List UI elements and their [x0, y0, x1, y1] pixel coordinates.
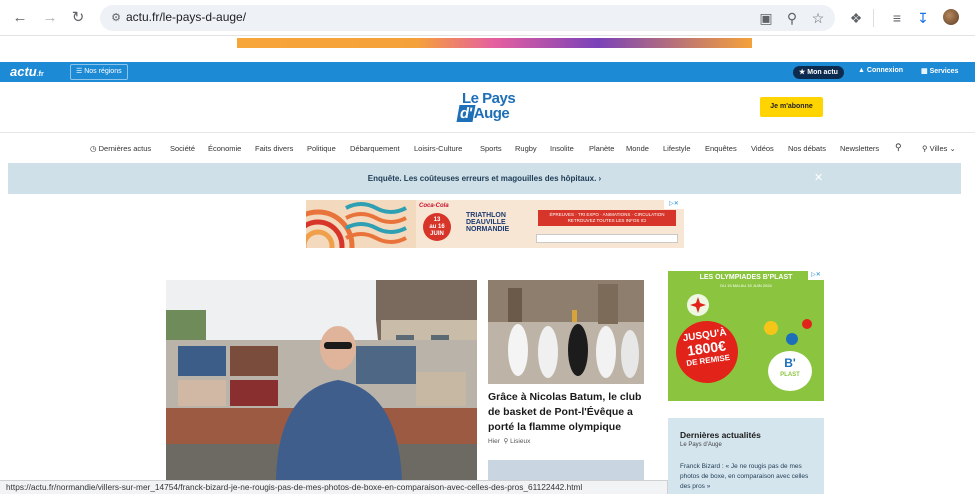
article-photo: [488, 280, 644, 384]
nav-item-loisirs-culture[interactable]: Loisirs-Culture: [414, 144, 462, 153]
nav-item-enquetes[interactable]: Enquêtes: [705, 144, 737, 153]
nav-item-lifestyle[interactable]: Lifestyle: [663, 144, 691, 153]
connexion-link[interactable]: ▲ Connexion: [858, 67, 903, 74]
nav-item-societe[interactable]: Société: [170, 144, 195, 153]
toolbar-divider: [873, 9, 874, 27]
ad-choices-icon[interactable]: ▷✕: [808, 271, 824, 280]
nav-item-sports[interactable]: Sports: [480, 144, 502, 153]
location-pin-icon: ⚲: [503, 438, 509, 445]
discount-badge: JUSQU'À 1800€ DE REMISE: [671, 316, 743, 388]
ball-icon: [786, 333, 798, 345]
subscribe-button[interactable]: Je m'abonne: [760, 97, 823, 117]
services-link[interactable]: ▦ Services: [921, 67, 958, 75]
ad-date-badge: 13 au 16 JUIN: [423, 213, 451, 241]
nav-item-politique[interactable]: Politique: [307, 144, 336, 153]
breaking-banner[interactable]: Enquête. Les coûteuses erreurs et magoui…: [8, 163, 961, 194]
villes-dropdown[interactable]: ⚲ Villes ⌄: [922, 144, 956, 153]
menu-icon: ☰: [76, 68, 83, 75]
ad-brand: Coca-Cola: [419, 203, 449, 209]
status-url-bar: https://actu.fr/normandie/villers-sur-me…: [0, 480, 668, 494]
nav-item-faits-divers[interactable]: Faits divers: [255, 144, 293, 153]
ad-sponsor-strip: [536, 234, 678, 243]
plast-ad[interactable]: LES OLYMPIADES B'PLAST DU 15 MAI AU 15 J…: [668, 271, 824, 401]
arrow-left-icon[interactable]: ←: [10, 8, 30, 28]
chevron-down-icon: ⌄: [949, 144, 956, 153]
url-text[interactable]: actu.fr/le-pays-d-auge/: [126, 10, 246, 24]
latest-news-title: Dernières actualités: [680, 430, 761, 440]
latest-news-item[interactable]: Franck Bizard : « Je ne rougis pas de me…: [680, 462, 818, 492]
top-ad-banner[interactable]: [237, 38, 752, 48]
olympic-torch-icon: [687, 294, 709, 316]
site-logo[interactable]: Le Pays d'Auge: [454, 90, 534, 124]
star-icon[interactable]: ☆: [809, 9, 827, 27]
main-nav: ◷ Dernières actus Société Économie Faits…: [0, 132, 975, 162]
nav-item-nos-debats[interactable]: Nos débats: [788, 144, 826, 153]
hero-photo: [166, 280, 477, 480]
zoom-icon[interactable]: ⚲: [783, 9, 801, 27]
actu-topbar: actu.fr ☰ Nos régions ★ Mon actu ▲ Conne…: [0, 62, 975, 82]
nav-item-dernieres-actus[interactable]: ◷ Dernières actus: [90, 144, 151, 153]
latest-news-subtitle: Le Pays d'Auge: [680, 442, 722, 448]
nav-item-rugby[interactable]: Rugby: [515, 144, 537, 153]
address-bar[interactable]: ⚙ actu.fr/le-pays-d-auge/: [100, 5, 835, 31]
nav-item-newsletters[interactable]: Newsletters: [840, 144, 879, 153]
ad-title: TRIATHLON DEAUVILLE NORMANDIE: [466, 212, 510, 233]
triathlon-ad[interactable]: Coca-Cola 13 au 16 JUIN TRIATHLON DEAUVILL…: [306, 200, 684, 248]
article-image[interactable]: [488, 460, 644, 480]
cast-icon[interactable]: ▣: [757, 9, 775, 27]
regions-button[interactable]: ☰ Nos régions: [70, 64, 128, 80]
plast-logo: B' PLAST: [768, 351, 812, 391]
star-icon: ★: [799, 69, 806, 76]
ball-icon: [802, 319, 812, 329]
search-icon[interactable]: ⚲: [895, 142, 902, 153]
user-icon: ▲: [858, 67, 865, 74]
nav-item-monde[interactable]: Monde: [626, 144, 649, 153]
reading-list-icon[interactable]: ≡: [888, 9, 906, 27]
nav-item-insolite[interactable]: Insolite: [550, 144, 574, 153]
avatar[interactable]: [942, 9, 960, 27]
browser-toolbar: ← → ↻ ⚙ actu.fr/le-pays-d-auge/ ▣ ⚲ ☆ ❖ …: [0, 0, 975, 36]
hero-article-image[interactable]: [166, 280, 477, 480]
actu-logo[interactable]: actu.fr: [10, 64, 44, 79]
article-title[interactable]: Grâce à Nicolas Batum, le club de basket…: [488, 390, 648, 435]
nav-item-videos[interactable]: Vidéos: [751, 144, 774, 153]
download-icon[interactable]: ↧: [914, 9, 932, 27]
extensions-icon[interactable]: ❖: [847, 9, 865, 27]
ad-wave-graphic: [306, 200, 416, 248]
mon-actu-button[interactable]: ★ Mon actu: [793, 66, 844, 79]
nav-item-economie[interactable]: Économie: [208, 144, 241, 153]
ad-choices-icon[interactable]: ▷✕: [664, 200, 684, 209]
article-meta: Hier ⚲ Lisieux: [488, 438, 531, 445]
latest-news-box: Dernières actualités Le Pays d'Auge Fran…: [668, 418, 824, 494]
ball-icon: [764, 321, 778, 335]
site-info-icon[interactable]: ⚙: [108, 10, 124, 26]
close-icon[interactable]: ✕: [814, 172, 823, 184]
arrow-right-icon[interactable]: →: [40, 8, 60, 28]
reload-icon[interactable]: ↻: [68, 8, 88, 28]
clock-icon: ◷: [90, 144, 97, 153]
location-pin-icon: ⚲: [922, 144, 928, 153]
article-image[interactable]: [488, 280, 644, 384]
ad-info-box: ÉPREUVES · TRI EXPO · ANIMATIONS · CIRCU…: [538, 210, 676, 226]
nav-item-debarquement[interactable]: Débarquement: [350, 144, 400, 153]
nav-item-planete[interactable]: Planète: [589, 144, 614, 153]
grid-icon: ▦: [921, 68, 928, 75]
